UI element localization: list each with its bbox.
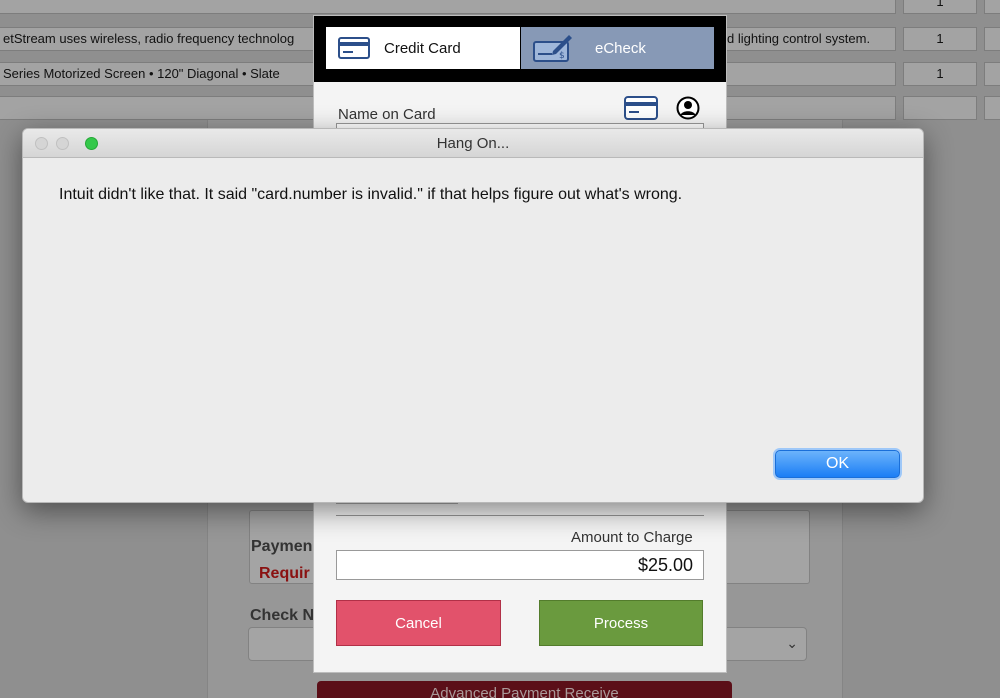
- alert-message: Intuit didn't like that. It said "card.n…: [59, 186, 683, 203]
- table-cell-quantity: [903, 96, 977, 120]
- check-number-label: Check N: [250, 607, 315, 624]
- table-cell-extra: [984, 27, 1000, 51]
- table-cell-description-text: etStream uses wireless, radio frequency …: [3, 31, 295, 46]
- table-cell-quantity: 1: [903, 27, 977, 51]
- profile-icon[interactable]: [676, 96, 700, 125]
- divider: [336, 515, 704, 516]
- alert-titlebar: Hang On...: [23, 129, 923, 158]
- alert-dialog: Hang On... Intuit didn't like that. It s…: [22, 128, 924, 503]
- tab-credit-card[interactable]: Credit Card: [326, 27, 520, 69]
- table-cell-quantity: 1: [903, 62, 977, 86]
- process-button[interactable]: Process: [539, 600, 703, 646]
- required-label: Requir: [259, 565, 310, 582]
- tab-credit-card-label: Credit Card: [384, 39, 461, 57]
- tab-echeck[interactable]: $ eCheck: [521, 27, 714, 69]
- amount-to-charge-label: Amount to Charge: [571, 529, 693, 546]
- payment-label: Paymen: [251, 538, 313, 555]
- ok-button[interactable]: OK: [775, 450, 900, 478]
- payment-tab-bar: Credit Card $ eCheck: [314, 16, 726, 82]
- echeck-icon: $: [533, 33, 573, 63]
- tab-echeck-label: eCheck: [595, 39, 646, 57]
- credit-card-icon: [338, 37, 370, 59]
- table-cell-extra: [984, 96, 1000, 120]
- name-on-card-label: Name on Card: [338, 106, 436, 123]
- chevron-down-icon: ⌄: [786, 635, 798, 651]
- table-cell-extra: [984, 0, 1000, 14]
- svg-text:$: $: [559, 51, 565, 61]
- advanced-payment-receive-button[interactable]: Advanced Payment Receive: [317, 681, 732, 698]
- table-cell-description: [0, 0, 896, 14]
- table-cell-description-tail: d lighting control system.: [727, 31, 871, 46]
- cancel-button[interactable]: Cancel: [336, 600, 501, 646]
- alert-title: Hang On...: [436, 135, 510, 152]
- amount-input[interactable]: $25.00: [336, 550, 704, 580]
- card-icon: [624, 96, 658, 125]
- table-cell-extra: [984, 62, 1000, 86]
- table-cell-quantity: 1: [903, 0, 977, 14]
